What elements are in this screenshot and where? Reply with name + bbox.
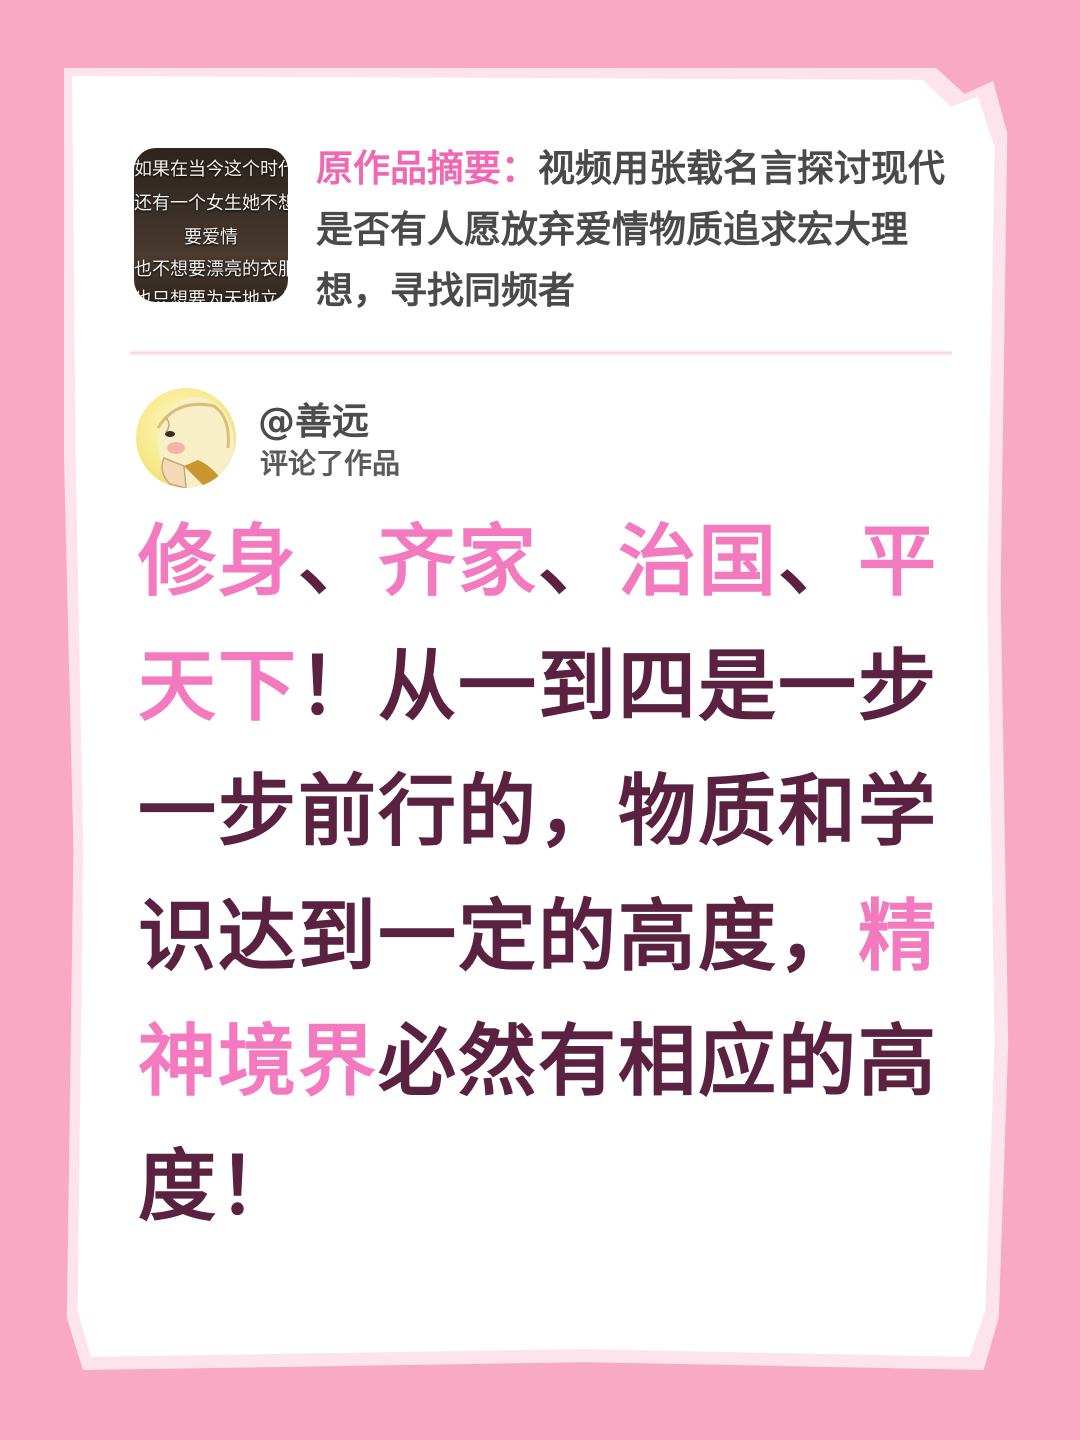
comment-text: 修身、齐家、治国、平天下！从一到四是一步一步前行的，物质和学识达到一定的高度，精… <box>138 500 942 1250</box>
thumbnail-caption-line: 也不想要漂亮的衣服 <box>134 259 288 280</box>
original-work-summary: 原作品摘要：视频用张载名言探讨现代是否有人愿放弃爱情物质追求宏大理想，寻找同频者 <box>316 138 956 321</box>
comment-action-label: 评论了作品 <box>260 447 401 480</box>
comment-segment: 、 <box>538 517 619 607</box>
video-thumbnail[interactable]: 如果在当今这个时代 还有一个女生她不想 要爱情 也不想要漂亮的衣服 也只想要为天… <box>134 148 288 302</box>
username[interactable]: @善远 <box>258 400 369 444</box>
cartoon-avatar-icon <box>156 397 234 488</box>
thumbnail-caption-line: 也只想要为天地立心 <box>134 289 288 303</box>
summary-label: 原作品摘要： <box>316 147 538 190</box>
comment-segment: 修身 <box>138 517 299 607</box>
thumbnail-caption-line: 要爱情 <box>184 227 238 248</box>
comment-segment: 齐家 <box>378 517 539 607</box>
thumbnail-caption-line: 还有一个女生她不想 <box>134 193 288 214</box>
comment-segment: 、 <box>778 517 859 607</box>
comment-segment: 治国 <box>618 517 779 607</box>
comment-segment: 、 <box>298 517 379 607</box>
divider <box>130 350 952 356</box>
page: 如果在当今这个时代 还有一个女生她不想 要爱情 也不想要漂亮的衣服 也只想要为天… <box>0 0 1080 1440</box>
avatar[interactable] <box>136 388 236 488</box>
thumbnail-caption-line: 如果在当今这个时代 <box>134 159 288 180</box>
